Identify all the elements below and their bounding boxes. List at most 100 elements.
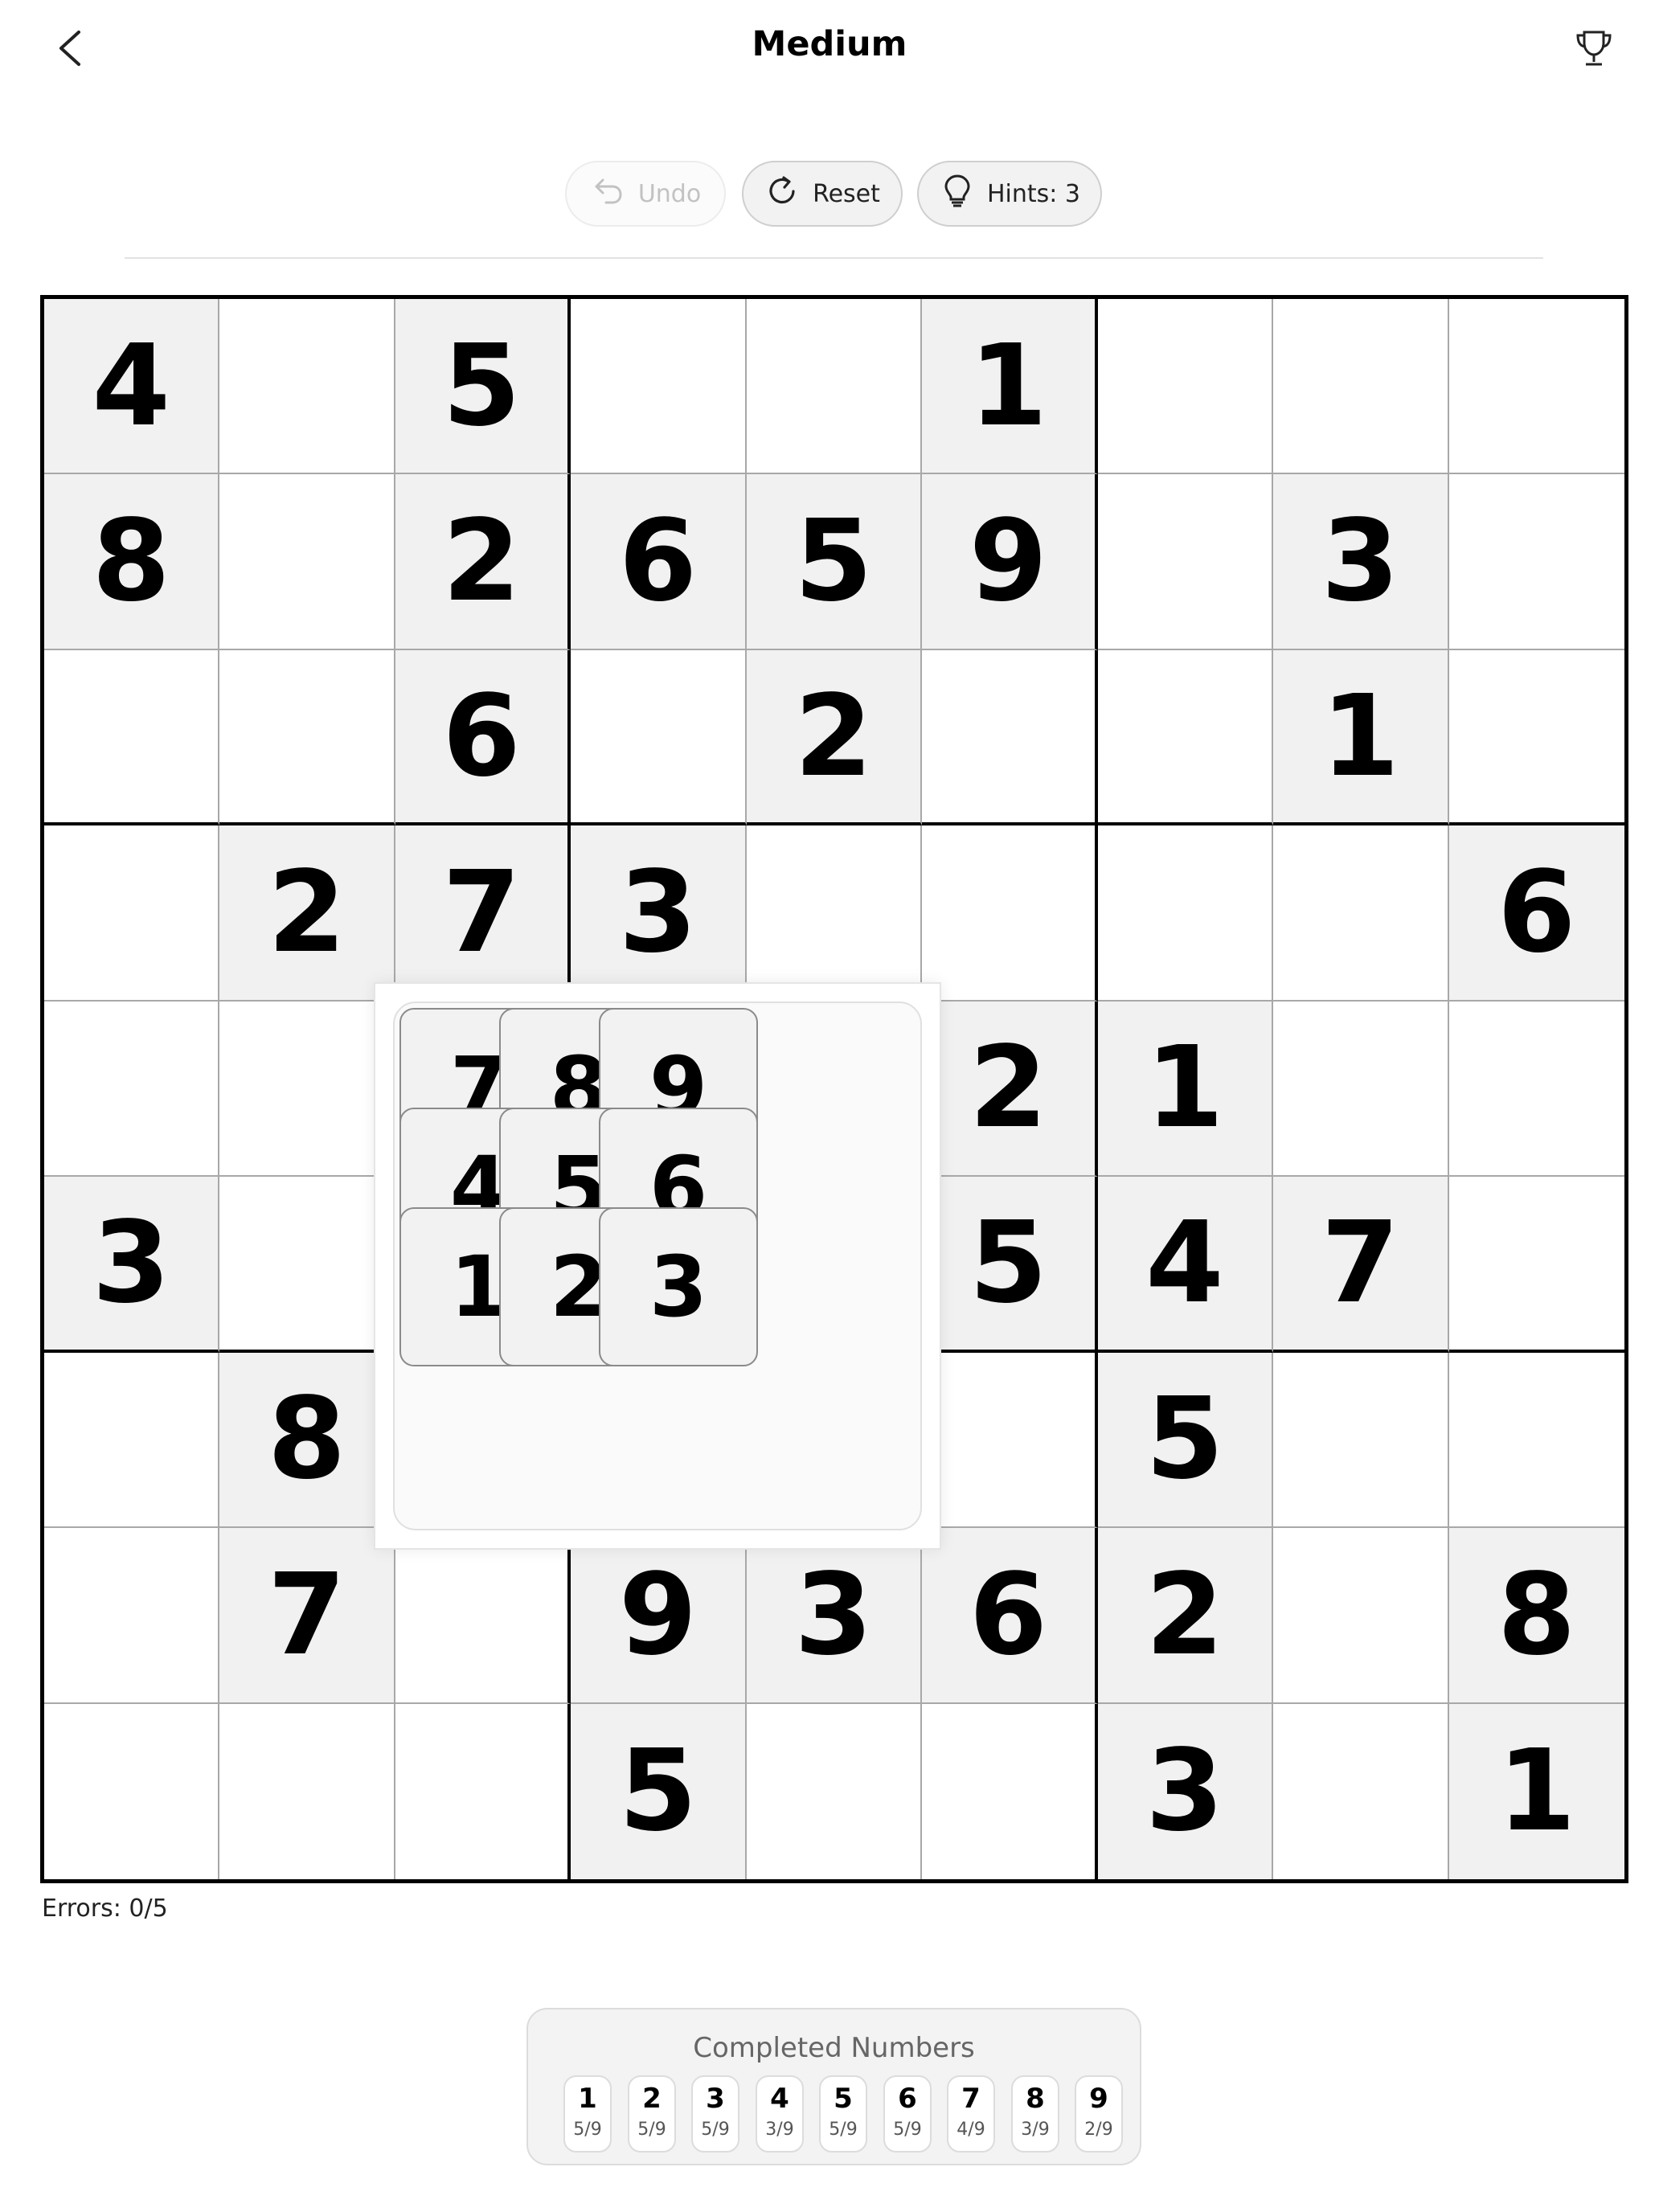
completed-numbers-panel: Completed Numbers 1 5/9 2 5/9 3 5/9 4 3/9 5 5/9 6 5… — [526, 2008, 1141, 2165]
board-cell[interactable] — [922, 649, 1098, 826]
board-cell[interactable] — [1448, 1177, 1624, 1353]
board-cell[interactable] — [44, 1001, 220, 1178]
board-cell[interactable] — [1273, 1352, 1449, 1529]
number-key[interactable]: 3 — [599, 1207, 758, 1366]
completed-number-chip: 9 2/9 — [1075, 2075, 1123, 2153]
board-cell[interactable] — [1097, 825, 1274, 1002]
chip-count: 3/9 — [765, 2120, 794, 2140]
board-cell[interactable] — [44, 825, 220, 1002]
board-cell[interactable] — [1448, 474, 1624, 650]
board-cell[interactable] — [44, 649, 220, 826]
chip-number: 9 — [1089, 2083, 1108, 2115]
board-cell[interactable]: 4 — [1097, 1177, 1274, 1353]
board-cell[interactable] — [1273, 825, 1449, 1002]
board-cell[interactable]: 1 — [1273, 649, 1449, 826]
reset-label: Reset — [813, 179, 880, 208]
board-cell[interactable]: 7 — [1273, 1177, 1449, 1353]
board-cell[interactable] — [922, 1352, 1098, 1529]
board-cell[interactable] — [922, 1703, 1098, 1879]
completed-numbers-title: Completed Numbers — [693, 2032, 975, 2064]
board-cell[interactable]: 3 — [44, 1177, 220, 1353]
board-cell[interactable]: 5 — [1097, 1352, 1274, 1529]
board-cell[interactable] — [219, 1001, 395, 1178]
board-cell[interactable] — [571, 299, 747, 475]
board-cell[interactable]: 2 — [219, 825, 395, 1002]
board-cell[interactable] — [1097, 299, 1274, 475]
board-cell[interactable]: 8 — [1448, 1528, 1624, 1704]
board-cell[interactable] — [44, 1528, 220, 1704]
board-cell[interactable]: 3 — [571, 825, 747, 1002]
board-cell[interactable] — [922, 825, 1098, 1002]
board-cell[interactable]: 3 — [746, 1528, 923, 1704]
header-bar: Medium — [0, 0, 1659, 104]
board-cell[interactable]: 3 — [1273, 474, 1449, 650]
reset-icon — [764, 172, 801, 215]
chip-count: 5/9 — [829, 2120, 858, 2140]
board-cell[interactable] — [219, 299, 395, 475]
board-cell[interactable] — [1273, 1703, 1449, 1879]
board-cell[interactable] — [395, 1703, 571, 1879]
hints-button[interactable]: Hints: 3 — [917, 161, 1102, 227]
board-cell[interactable]: 9 — [922, 474, 1098, 650]
board-cell[interactable] — [1273, 1001, 1449, 1178]
board-cell[interactable] — [1448, 649, 1624, 826]
chip-number: 7 — [961, 2083, 981, 2115]
board-cell[interactable]: 1 — [1448, 1703, 1624, 1879]
board-cell[interactable] — [1273, 299, 1449, 475]
board-cell[interactable] — [1273, 1528, 1449, 1704]
board-cell[interactable] — [1448, 1001, 1624, 1178]
board-cell[interactable]: 6 — [922, 1528, 1098, 1704]
board-cell[interactable]: 2 — [746, 649, 923, 826]
chip-count: 5/9 — [637, 2120, 666, 2140]
board-cell[interactable]: 2 — [395, 474, 571, 650]
board-cell[interactable]: 7 — [219, 1528, 395, 1704]
board-cell[interactable] — [571, 649, 747, 826]
board-cell[interactable] — [395, 1528, 571, 1704]
board-cell[interactable]: 6 — [571, 474, 747, 650]
chip-count: 5/9 — [701, 2120, 730, 2140]
board-cell[interactable] — [746, 299, 923, 475]
board-cell[interactable] — [746, 825, 923, 1002]
toolbar: Undo Reset Hints: 3 — [0, 161, 1659, 228]
board-cell[interactable] — [1448, 1352, 1624, 1529]
board-cell[interactable]: 5 — [571, 1703, 747, 1879]
board-cell[interactable]: 2 — [1097, 1528, 1274, 1704]
board-cell[interactable]: 6 — [395, 649, 571, 826]
board-cell[interactable]: 8 — [44, 474, 220, 650]
board-cell[interactable] — [1448, 299, 1624, 475]
trophy-icon[interactable] — [1571, 26, 1616, 71]
completed-number-chip: 1 5/9 — [563, 2075, 612, 2153]
hints-label: Hints: 3 — [986, 179, 1081, 208]
board-cell[interactable] — [44, 1352, 220, 1529]
board-cell[interactable]: 6 — [1448, 825, 1624, 1002]
board-cell[interactable]: 2 — [922, 1001, 1098, 1178]
board-cell[interactable] — [219, 649, 395, 826]
reset-button[interactable]: Reset — [742, 161, 903, 227]
chip-count: 5/9 — [573, 2120, 602, 2140]
completed-number-chip: 6 5/9 — [883, 2075, 932, 2153]
board-cell[interactable]: 8 — [219, 1352, 395, 1529]
board-cell[interactable] — [1097, 649, 1274, 826]
board-cell[interactable]: 1 — [1097, 1001, 1274, 1178]
board-cell[interactable] — [219, 1703, 395, 1879]
board-cell[interactable] — [746, 1703, 923, 1879]
board-cell[interactable] — [219, 474, 395, 650]
undo-button[interactable]: Undo — [565, 161, 726, 227]
completed-number-chip: 4 3/9 — [756, 2075, 804, 2153]
chip-count: 4/9 — [956, 2120, 985, 2140]
board-cell[interactable]: 5 — [922, 1177, 1098, 1353]
undo-icon — [590, 172, 627, 215]
board-cell[interactable]: 4 — [44, 299, 220, 475]
lightbulb-icon — [939, 172, 976, 215]
board-cell[interactable] — [1097, 474, 1274, 650]
board-cell[interactable]: 7 — [395, 825, 571, 1002]
board-cell[interactable]: 9 — [571, 1528, 747, 1704]
page-title: Medium — [752, 24, 907, 64]
board-cell[interactable]: 5 — [395, 299, 571, 475]
board-cell[interactable] — [219, 1177, 395, 1353]
board-cell[interactable] — [44, 1703, 220, 1879]
board-cell[interactable]: 5 — [746, 474, 923, 650]
board-cell[interactable]: 3 — [1097, 1703, 1274, 1879]
chip-number: 6 — [898, 2083, 917, 2115]
board-cell[interactable]: 1 — [922, 299, 1098, 475]
